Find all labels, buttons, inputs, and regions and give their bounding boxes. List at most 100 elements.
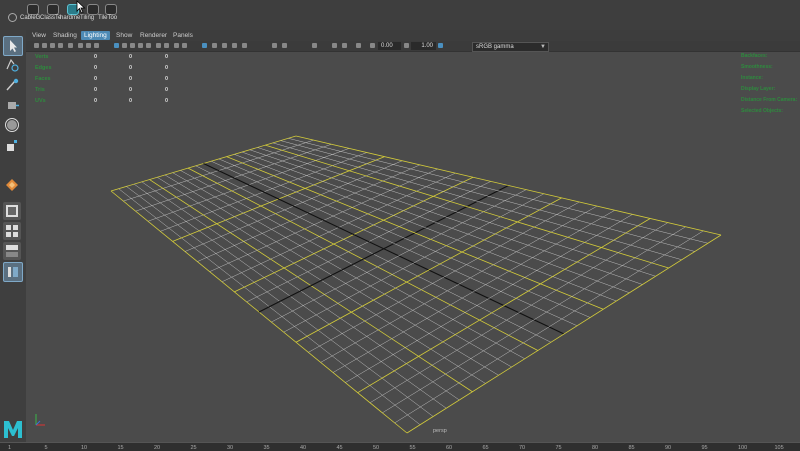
- menu-view[interactable]: View: [32, 32, 46, 39]
- smooth-shade-icon[interactable]: [122, 43, 127, 48]
- split-layout-icon[interactable]: [3, 242, 21, 260]
- cable-shelf-icon: [27, 4, 39, 15]
- timeline-tick: 40: [300, 445, 307, 451]
- hud-value: 0: [94, 76, 98, 82]
- timeline-tick: 25: [190, 445, 197, 451]
- shelf-item-tiletoo[interactable]: TileToo: [98, 3, 120, 27]
- use-all-lights-icon[interactable]: [156, 43, 161, 48]
- grid-toggle-icon[interactable]: [78, 43, 83, 48]
- timeline-tick: 80: [592, 445, 599, 451]
- hud-value: 0: [129, 87, 133, 93]
- paint-select-tool-icon[interactable]: [3, 76, 21, 94]
- shelf-item-classte[interactable]: ClassTe: [40, 3, 62, 27]
- exposure-icon[interactable]: [272, 43, 277, 48]
- toolbox: [0, 30, 27, 442]
- viewport-3d[interactable]: Verts Edges Faces Tris UVs 0 0 0 0 0 0 0…: [26, 52, 800, 442]
- menu-panels[interactable]: Panels: [173, 32, 193, 39]
- grid-line: [249, 149, 643, 285]
- toggle-hud-icon[interactable]: [332, 43, 337, 48]
- timeline-tick: 100: [738, 445, 748, 451]
- hud-value: 0: [165, 98, 169, 104]
- hud-value: 0: [165, 65, 169, 71]
- image-plane-icon[interactable]: [50, 43, 55, 48]
- shelf-item-cableg[interactable]: CableG: [20, 3, 42, 27]
- shelf-item-label: CableG: [20, 15, 41, 21]
- film-gate-icon[interactable]: [86, 43, 91, 48]
- grease-pencil-icon[interactable]: [68, 43, 73, 48]
- timeline-tick: 5: [44, 445, 48, 451]
- hud-value: 0: [165, 87, 169, 93]
- motion-blur-icon[interactable]: [222, 43, 227, 48]
- four-pane-layout-icon[interactable]: [3, 222, 21, 240]
- hud-distance-from-camera: Distance From Camera:: [741, 97, 798, 103]
- color-space-value: sRGB gamma: [476, 44, 514, 50]
- timeline-tick: 50: [373, 445, 380, 451]
- lasso-tool-icon[interactable]: [3, 56, 21, 74]
- hud-backfaces: Backfaces:: [741, 53, 768, 59]
- timeline-tick: 35: [263, 445, 270, 451]
- hud-value: 0: [94, 65, 98, 71]
- two-d-pan-icon[interactable]: [58, 43, 63, 48]
- rotate-tool-icon[interactable]: [3, 116, 21, 134]
- shelf-settings-gear-icon[interactable]: [8, 13, 17, 22]
- depth-of-field-icon[interactable]: [242, 43, 247, 48]
- ground-grid: [110, 135, 722, 434]
- single-pane-layout-icon[interactable]: [3, 202, 21, 220]
- camera-attributes-icon[interactable]: [34, 43, 39, 48]
- color-management-icon[interactable]: [438, 43, 443, 48]
- hud-value: 0: [94, 87, 98, 93]
- wireframe-on-shaded-icon[interactable]: [138, 43, 143, 48]
- grid-line: [332, 210, 615, 373]
- ambient-occlusion-icon[interactable]: [212, 43, 217, 48]
- timeline-tick: 15: [117, 445, 124, 451]
- timeline-tick: 85: [628, 445, 635, 451]
- gamma-field[interactable]: 1.00: [411, 42, 436, 50]
- grid-line: [295, 135, 722, 236]
- menu-lighting[interactable]: Lighting: [81, 31, 110, 40]
- view-transform-icon[interactable]: [312, 43, 317, 48]
- camera-settings-icon[interactable]: [356, 43, 361, 48]
- shelf-bar: CableG ClassTe hardme Tiling TileToo: [0, 0, 800, 31]
- grid-line: [295, 197, 562, 343]
- resolution-gate-icon[interactable]: [94, 43, 99, 48]
- hud-edges-label: Edges: [35, 65, 52, 71]
- bookmark-icon[interactable]: [42, 43, 47, 48]
- panel-toolbar: 0.00 1.00 sRGB gamma ▼: [26, 41, 800, 52]
- scale-tool-icon[interactable]: [3, 136, 21, 154]
- shelf-item-label: ClassTe: [40, 15, 62, 21]
- wireframe-icon[interactable]: [114, 43, 119, 48]
- exposure-field[interactable]: 0.00: [378, 42, 401, 50]
- outliner-layout-icon[interactable]: [3, 262, 23, 282]
- shadows-icon[interactable]: [164, 43, 169, 48]
- anti-aliasing-icon[interactable]: [232, 43, 237, 48]
- isolate-select-icon[interactable]: [174, 43, 179, 48]
- hud-selected-objects: Selected Objects:: [741, 108, 783, 114]
- timeline-tick: 75: [555, 445, 562, 451]
- grid-line: [241, 151, 630, 293]
- class-shelf-icon: [47, 4, 59, 15]
- select-tool-icon[interactable]: [3, 36, 23, 56]
- xray-active-components-icon[interactable]: [202, 43, 207, 48]
- grid-line: [382, 226, 686, 414]
- grid-display-icon[interactable]: [342, 43, 347, 48]
- last-tool-icon[interactable]: [3, 176, 21, 194]
- textured-icon[interactable]: [146, 43, 151, 48]
- grid-line: [357, 218, 651, 394]
- menu-show[interactable]: Show: [116, 32, 132, 39]
- panel-menu-bar: View Shading Lighting Show Renderer Pane…: [26, 30, 800, 41]
- tiling-shelf-icon: [87, 4, 99, 15]
- grid-line: [345, 214, 633, 383]
- exposure-toggle-icon[interactable]: [370, 43, 375, 48]
- hud-value: 0: [129, 65, 133, 71]
- default-material-icon[interactable]: [130, 43, 135, 48]
- hud-instance: Instance:: [741, 75, 763, 81]
- timeline-tick: 105: [774, 445, 784, 451]
- menu-renderer[interactable]: Renderer: [140, 32, 167, 39]
- color-space-dropdown[interactable]: sRGB gamma ▼: [472, 42, 549, 52]
- gamma-toggle-icon[interactable]: [404, 43, 409, 48]
- timeline-tick: 90: [665, 445, 672, 451]
- menu-shading[interactable]: Shading: [53, 32, 77, 39]
- gamma-icon[interactable]: [282, 43, 287, 48]
- move-tool-icon[interactable]: [3, 96, 21, 114]
- xray-icon[interactable]: [182, 43, 187, 48]
